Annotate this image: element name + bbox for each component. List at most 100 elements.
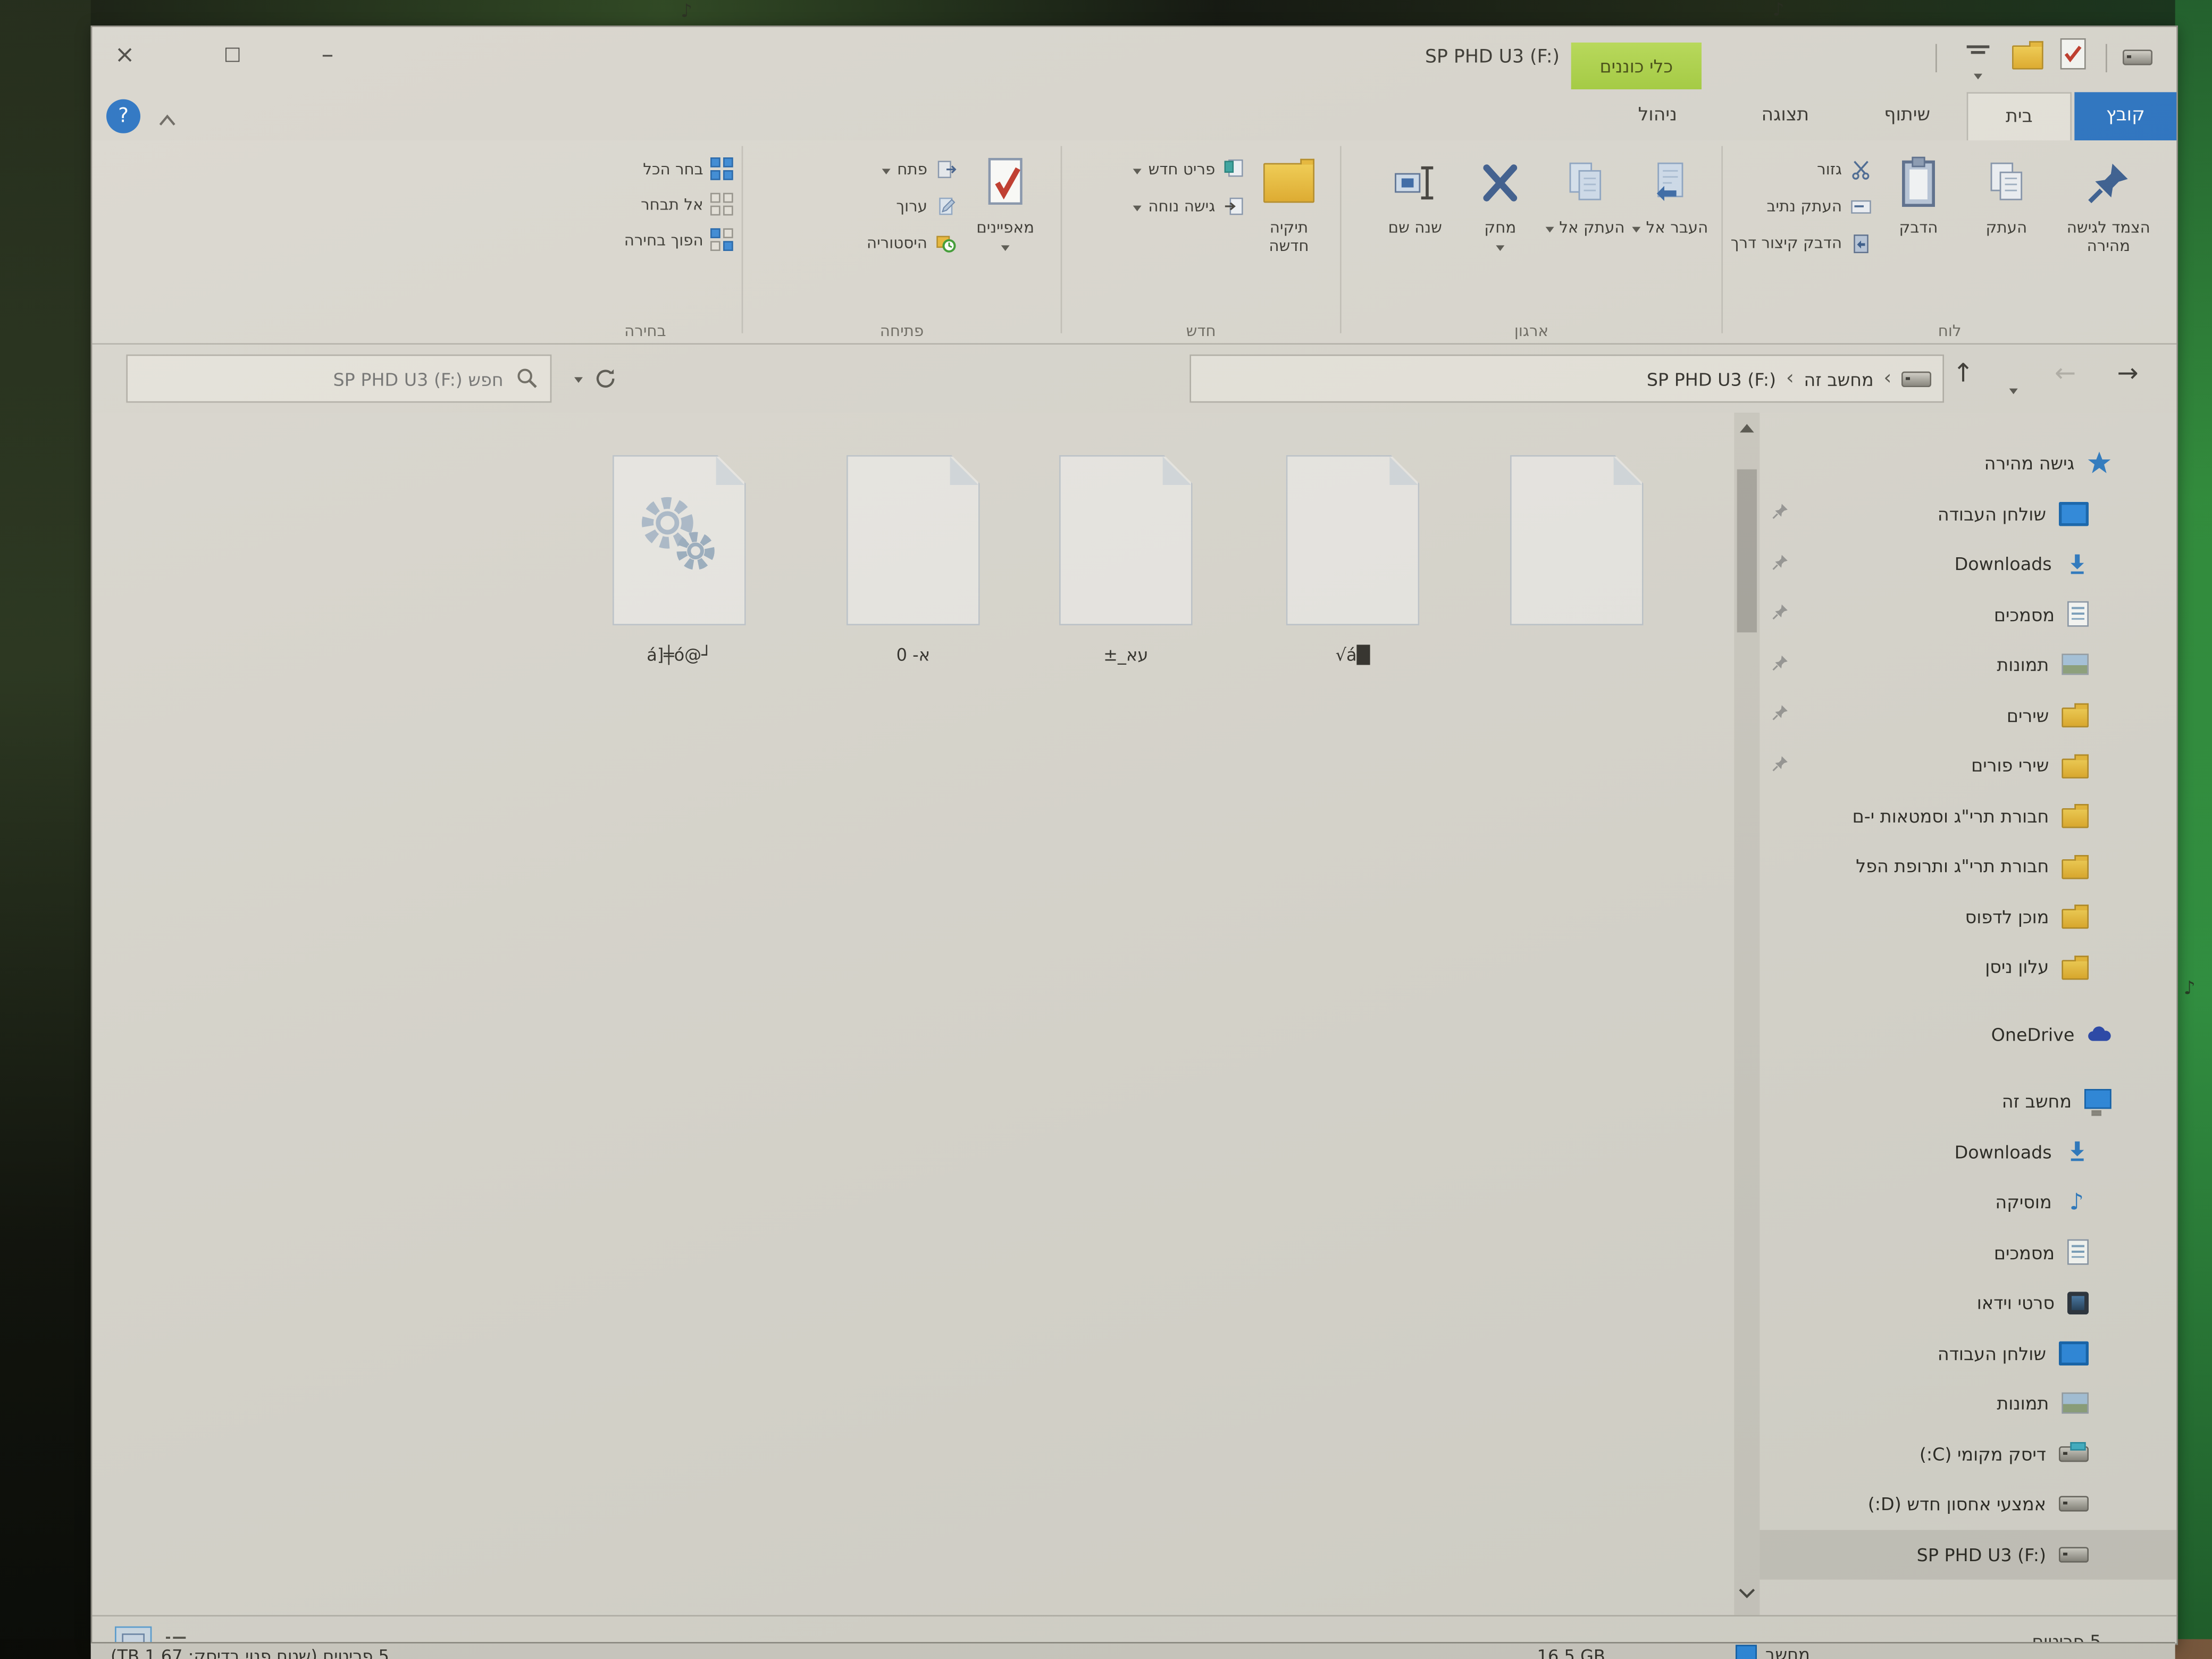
paste-shortcut-icon: [1849, 231, 1873, 255]
sidebar-item-sp-phd-u3-f[interactable]: SP PHD U3 (F:): [1759, 1529, 2176, 1580]
new-item-icon: [1222, 157, 1246, 181]
photo-background-left: [0, 0, 91, 1659]
folder-icon: [2062, 758, 2089, 778]
sidebar-item-storage-d[interactable]: אמצעי אחסון חדש (D:): [1759, 1479, 2176, 1529]
search-box[interactable]: [126, 355, 551, 403]
sidebar-item-desktop[interactable]: שולחן העבודה: [1759, 1328, 2176, 1378]
sidebar-item-music[interactable]: ♪ מוסיקה: [1759, 1177, 2176, 1227]
select-all-button[interactable]: בחר הכל: [557, 157, 733, 180]
paste-shortcut-button[interactable]: הדבק קיצור דרך: [1714, 231, 1873, 255]
background-window-status: 5 פריטים (שטח פנוי בדיסק: 1.67 TB): [111, 1646, 389, 1659]
sidebar-item-downloads[interactable]: Downloads: [1759, 1127, 2176, 1177]
scroll-down-icon[interactable]: [1738, 1587, 1755, 1599]
sidebar-scrollbar[interactable]: [1734, 413, 1759, 1615]
pin-to-quick-access-button[interactable]: הצמד לגישה מהירה: [2049, 149, 2168, 313]
new-folder-icon: [1248, 152, 1330, 214]
history-button[interactable]: היסטוריה: [774, 231, 959, 255]
sidebar-item-desktop[interactable]: שולחן העבודה: [1759, 489, 2176, 539]
help-icon[interactable]: ?: [106, 99, 140, 133]
breadcrumb-current[interactable]: SP PHD U3 (F:): [1647, 368, 1776, 389]
sidebar-item-folder[interactable]: עלון ניסן: [1759, 942, 2176, 992]
window-drive-icon: [2123, 44, 2152, 71]
sidebar-item-folder[interactable]: חבורת תרי"ג ותרופת הפל: [1759, 841, 2176, 891]
collapse-ribbon-icon[interactable]: [157, 106, 177, 133]
pin-icon: [1771, 603, 1790, 626]
sidebar-item-this-pc[interactable]: מחשב זה: [1759, 1076, 2176, 1127]
sidebar-item-folder[interactable]: שירי פורים: [1759, 740, 2176, 791]
history-icon: [934, 231, 958, 255]
rename-button[interactable]: שנה שם: [1372, 149, 1457, 313]
copy-to-button[interactable]: העתק אל: [1543, 149, 1628, 313]
breadcrumb-root[interactable]: מחשב זה: [1804, 368, 1873, 389]
sidebar-item-onedrive[interactable]: OneDrive: [1759, 1009, 2176, 1059]
paste-button[interactable]: הדבק: [1873, 149, 1964, 313]
ribbon-group-select: בחר הכל אל תבחר הפוך בחירה בחירה: [549, 140, 742, 345]
file-icon: [1286, 455, 1420, 625]
back-button[interactable]: →: [2117, 359, 2138, 389]
file-item[interactable]: á]╪ó@┘: [611, 455, 747, 665]
sidebar-item-videos[interactable]: סרטי וידאו: [1759, 1278, 2176, 1328]
sidebar-item-folder[interactable]: מוכן לדפוס: [1759, 891, 2176, 942]
file-item[interactable]: √á█: [1285, 455, 1421, 665]
sidebar-item-documents[interactable]: מסמכים: [1759, 1227, 2176, 1278]
tab-home[interactable]: בית: [1967, 92, 2072, 140]
properties-button[interactable]: מאפיינים: [959, 149, 1052, 313]
maximize-button[interactable]: □: [211, 37, 254, 73]
open-button[interactable]: פתח: [774, 157, 959, 181]
qat-properties-button[interactable]: [2060, 38, 2086, 75]
new-item-button[interactable]: פריט חדש: [1076, 157, 1246, 181]
computer-icon: [2084, 1090, 2112, 1109]
minimize-button[interactable]: –: [306, 37, 349, 73]
tab-file[interactable]: קובץ: [2074, 92, 2176, 140]
file-item[interactable]: 0 ‑א: [845, 455, 981, 665]
edit-button[interactable]: ערוך: [774, 194, 959, 218]
new-folder-button[interactable]: תיקיה חדשה: [1246, 149, 1331, 313]
close-button[interactable]: ×: [104, 37, 146, 73]
sidebar-item-documents[interactable]: מסמכים: [1759, 589, 2176, 640]
file-item[interactable]: [1509, 455, 1645, 645]
invert-selection-button[interactable]: הפוך בחירה: [557, 228, 733, 251]
scroll-up-icon[interactable]: [1740, 424, 1754, 432]
cut-button[interactable]: גזור: [1714, 157, 1873, 181]
copy-icon: [1965, 152, 2048, 214]
move-to-button[interactable]: העבר אל: [1628, 149, 1713, 313]
sidebar-item-local-disk-c[interactable]: דיסק מקומי (C:): [1759, 1429, 2176, 1479]
tab-manage[interactable]: ניהול: [1595, 92, 1720, 140]
scrollbar-thumb[interactable]: [1737, 470, 1757, 633]
delete-button[interactable]: מחק: [1457, 149, 1543, 313]
sidebar-item-folder[interactable]: חבורת תרי"ג וסמטאות י-ם: [1759, 791, 2176, 841]
sidebar-item-downloads[interactable]: Downloads: [1759, 539, 2176, 589]
sidebar-item-quick-access[interactable]: גישה מהירה: [1759, 438, 2176, 489]
pin-icon: [1771, 703, 1790, 726]
folder-icon: [2062, 960, 2089, 979]
sidebar-item-folder[interactable]: שירים: [1759, 690, 2176, 740]
search-input[interactable]: [139, 366, 506, 390]
tab-view[interactable]: תצוגה: [1723, 92, 1848, 140]
photo-background-top: ♪ ♪: [0, 0, 2212, 26]
recent-locations-icon[interactable]: [2009, 373, 2018, 400]
easy-access-button[interactable]: גישה נוחה: [1076, 194, 1246, 218]
sidebar-item-pictures[interactable]: תמונות: [1759, 1378, 2176, 1429]
pushpin-icon: [2050, 152, 2167, 214]
address-dropdown-icon[interactable]: [574, 377, 583, 383]
select-none-button[interactable]: אל תבחר: [557, 193, 733, 216]
chevron-icon[interactable]: ‹: [1786, 367, 1794, 390]
qat-new-folder-button[interactable]: [2012, 40, 2043, 76]
chevron-icon[interactable]: ‹: [1883, 367, 1891, 390]
address-bar[interactable]: SP PHD U3 (F:) ‹ מחשב זה ‹: [1189, 355, 1944, 403]
tab-share[interactable]: שיתוף: [1850, 92, 1964, 140]
copy-button[interactable]: העתק: [1964, 149, 2049, 313]
sidebar-item-pictures[interactable]: תמונות: [1759, 640, 2176, 690]
up-button[interactable]: ↑: [1953, 359, 1974, 389]
qat-customize-button[interactable]: [1967, 41, 1990, 85]
background-window-size: 16.5 GB: [1537, 1646, 1605, 1659]
ribbon-group-new: תיקיה חדשה פריט חדש: [1062, 140, 1340, 345]
forward-button[interactable]: ←: [2055, 359, 2076, 389]
refresh-icon[interactable]: [594, 367, 617, 390]
drive-icon: [1901, 371, 1931, 386]
file-item[interactable]: ±_עא: [1058, 455, 1194, 665]
file-name: á]╪ó@┘: [611, 645, 747, 665]
picture-icon: [2062, 654, 2089, 675]
copy-path-button[interactable]: העתק נתיב: [1714, 194, 1873, 218]
pin-icon: [1771, 552, 1790, 575]
